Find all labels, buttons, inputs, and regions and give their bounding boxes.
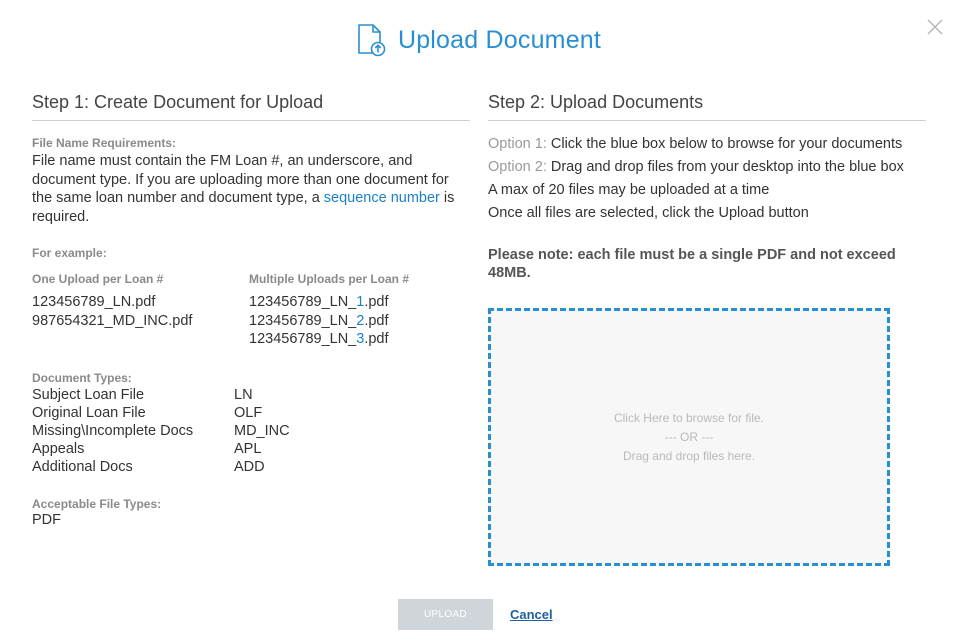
max-files-text: A max of 20 files may be uploaded at a t… (488, 182, 770, 198)
document-type-code: MD_INC (234, 422, 290, 439)
option1-label: Option 1: (488, 136, 547, 152)
document-type-name: Original Loan File (32, 404, 146, 421)
upload-instruction-text: Once all files are selected, click the U… (488, 205, 809, 221)
option1-text: Click the blue box below to browse for y… (546, 136, 903, 152)
step2-title: Step 2: Upload Documents (488, 92, 926, 121)
document-type-name: Additional Docs (32, 458, 133, 475)
cancel-link[interactable]: Cancel (510, 607, 553, 622)
option1-line: Option 1: Click the blue box below to br… (488, 133, 926, 156)
dialog-title: Upload Document (397, 25, 602, 54)
single-upload-heading: One Upload per Loan # (32, 272, 164, 286)
dropzone-or-text: --- OR --- (664, 429, 714, 444)
upload-document-dialog: Upload Document Step 1: Create Document … (0, 0, 957, 634)
document-type-name: Missing\Incomplete Docs (32, 422, 194, 439)
step2-panel: Step 2: Upload Documents Option 1: Click… (488, 92, 926, 282)
file-prefix: 123456789_LN_ (249, 331, 357, 347)
requirements-label: File Name Requirements: (32, 136, 177, 150)
file-types-value: PDF (32, 511, 61, 528)
document-type-row: Subject Loan File LN (32, 386, 470, 404)
example-file: 123456789_LN_2.pdf (249, 312, 469, 331)
file-suffix: .pdf (364, 331, 389, 347)
dropzone-drag-text: Drag and drop files here. (622, 448, 756, 463)
document-type-code: OLF (234, 404, 263, 421)
document-type-code: APL (234, 440, 262, 457)
document-types-label: Document Types: (32, 370, 132, 385)
dialog-header: Upload Document (0, 20, 957, 60)
sequence-number-link[interactable]: sequence number (324, 190, 440, 206)
option2-text: Drag and drop files from your desktop in… (546, 159, 904, 175)
file-prefix: 123456789_LN_ (249, 312, 357, 329)
example-file: 123456789_LN_3.pdf (249, 330, 469, 349)
file-suffix: .pdf (364, 312, 389, 329)
document-type-row: Additional Docs ADD (32, 458, 470, 476)
document-types-list: Subject Loan File LN Original Loan File OL… (32, 386, 470, 476)
example-file: 123456789_LN.pdf (32, 294, 156, 310)
document-type-row: Original Loan File OLF (32, 404, 470, 422)
multiple-upload-heading: Multiple Uploads per Loan # (249, 272, 410, 286)
option2-label: Option 2: (488, 159, 547, 175)
requirements-text: File name must contain the FM Loan #, an… (32, 152, 457, 226)
upload-button[interactable]: UPLOAD (398, 599, 493, 630)
dropzone-browse-text: Click Here to browse for file. (613, 410, 765, 425)
document-type-name: Subject Loan File (32, 386, 145, 403)
document-type-code: LN (234, 386, 253, 403)
document-type-row: Missing\Incomplete Docs MD_INC (32, 422, 470, 440)
multiple-upload-example: Multiple Uploads per Loan # 123456789_LN… (249, 272, 469, 349)
option2-line: Option 2: Drag and drop files from your … (488, 156, 926, 179)
file-suffix: .pdf (364, 294, 389, 310)
example-columns: One Upload per Loan # 123456789_LN.pdf 9… (32, 272, 470, 349)
file-dropzone[interactable]: Click Here to browse for file. --- OR --… (488, 308, 890, 566)
step1-title: Step 1: Create Document for Upload (32, 92, 470, 121)
example-label: For example: (32, 246, 107, 260)
example-file: 123456789_LN_1.pdf (249, 293, 469, 312)
single-upload-example: One Upload per Loan # 123456789_LN.pdf 9… (32, 272, 249, 349)
document-upload-icon (358, 24, 386, 57)
file-prefix: 123456789_LN_ (249, 294, 357, 310)
document-type-code: ADD (234, 458, 265, 475)
document-type-row: Appeals APL (32, 440, 470, 458)
file-size-note: Please note: each file must be a single … (488, 247, 896, 281)
upload-instructions: Option 1: Click the blue box below to br… (488, 133, 926, 225)
file-types-label: Acceptable File Types: (32, 496, 162, 511)
example-file: 987654321_MD_INC.pdf (32, 312, 193, 329)
step1-panel: Step 1: Create Document for Upload File … (32, 92, 470, 529)
document-type-name: Appeals (32, 440, 85, 457)
